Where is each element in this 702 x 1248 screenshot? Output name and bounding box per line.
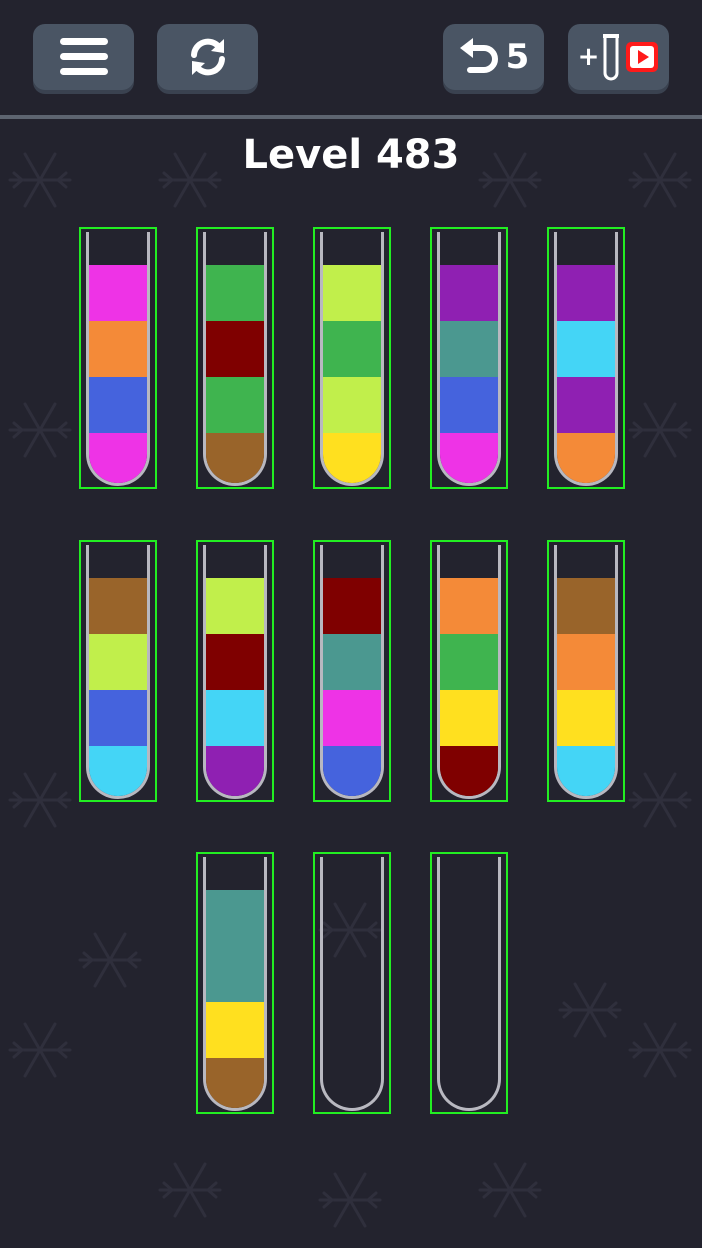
liquid-layer-cyan: [89, 746, 147, 796]
liquid-layer-yellow: [440, 690, 498, 746]
liquid-layer-green: [206, 265, 264, 321]
tube-12[interactable]: [313, 852, 391, 1114]
liquid-layer-lime: [323, 265, 381, 321]
liquid-layer-brown: [206, 1058, 264, 1108]
liquid-layer-magenta: [89, 265, 147, 321]
tube-7[interactable]: [196, 540, 274, 802]
tube-2[interactable]: [196, 227, 274, 489]
tube-4[interactable]: [430, 227, 508, 489]
tube-glass: [203, 545, 267, 799]
tube-13[interactable]: [430, 852, 508, 1114]
undo-count: 5: [505, 37, 530, 77]
tube-glass: [554, 545, 618, 799]
liquid-layer-purple: [557, 377, 615, 433]
liquid-layer-cyan: [557, 746, 615, 796]
liquid-layer-teal: [206, 946, 264, 1002]
liquid-layer-teal: [323, 634, 381, 690]
tube-glass: [86, 232, 150, 486]
liquid-layer-purple: [440, 265, 498, 321]
tube-glass: [320, 545, 384, 799]
tube-1[interactable]: [79, 227, 157, 489]
liquid-layer-magenta: [440, 433, 498, 483]
liquid-layer-brown: [557, 578, 615, 634]
tube-glass: [203, 857, 267, 1111]
refresh-icon: [186, 35, 230, 79]
liquid-layer-blue: [89, 377, 147, 433]
liquid-layer-teal: [440, 321, 498, 377]
liquid-layer-magenta: [89, 433, 147, 483]
liquid-layer-lime: [323, 377, 381, 433]
tube-5[interactable]: [547, 227, 625, 489]
liquid-layer-green: [440, 634, 498, 690]
tube-6[interactable]: [79, 540, 157, 802]
liquid-layer-lime: [206, 578, 264, 634]
menu-button[interactable]: [33, 24, 134, 90]
liquid-layer-teal: [206, 890, 264, 946]
liquid-layer-magenta: [323, 690, 381, 746]
undo-button[interactable]: 5: [443, 24, 544, 90]
liquid-layer-lime: [89, 634, 147, 690]
liquid-layer-green: [323, 321, 381, 377]
tube-glass: [554, 232, 618, 486]
tube-3[interactable]: [313, 227, 391, 489]
liquid-layer-maroon: [323, 578, 381, 634]
liquid-layer-cyan: [206, 690, 264, 746]
liquid-layer-maroon: [440, 746, 498, 796]
liquid-layer-maroon: [206, 321, 264, 377]
tube-glass: [437, 857, 501, 1111]
liquid-layer-cyan: [557, 321, 615, 377]
restart-button[interactable]: [157, 24, 258, 90]
header-divider: [0, 115, 702, 119]
liquid-layer-blue: [89, 690, 147, 746]
plus-label: +: [577, 42, 600, 72]
tube-glass: [437, 545, 501, 799]
add-tube-button[interactable]: +: [568, 24, 669, 90]
liquid-layer-orange: [89, 321, 147, 377]
tube-11[interactable]: [196, 852, 274, 1114]
undo-arrow-icon: [458, 36, 500, 78]
liquid-layer-purple: [557, 265, 615, 321]
level-title: Level 483: [242, 132, 460, 178]
liquid-layer-blue: [323, 746, 381, 796]
tube-glass: [203, 232, 267, 486]
tube-10[interactable]: [547, 540, 625, 802]
tube-8[interactable]: [313, 540, 391, 802]
liquid-layer-orange: [557, 433, 615, 483]
liquid-layer-green: [206, 377, 264, 433]
top-toolbar: 5 +: [0, 0, 702, 118]
liquid-layer-blue: [440, 377, 498, 433]
tube-9[interactable]: [430, 540, 508, 802]
liquid-layer-brown: [206, 433, 264, 483]
video-ad-icon: [625, 41, 659, 73]
liquid-layer-orange: [440, 578, 498, 634]
tube-glass: [320, 232, 384, 486]
liquid-layer-purple: [206, 746, 264, 796]
tube-glass: [320, 857, 384, 1111]
liquid-layer-maroon: [206, 634, 264, 690]
tube-glass: [86, 545, 150, 799]
liquid-layer-brown: [89, 578, 147, 634]
liquid-layer-yellow: [323, 433, 381, 483]
hamburger-menu-icon: [59, 38, 108, 76]
liquid-layer-yellow: [557, 690, 615, 746]
liquid-layer-orange: [557, 634, 615, 690]
tube-glass: [437, 232, 501, 486]
liquid-layer-yellow: [206, 1002, 264, 1058]
test-tube-icon: [601, 33, 621, 81]
